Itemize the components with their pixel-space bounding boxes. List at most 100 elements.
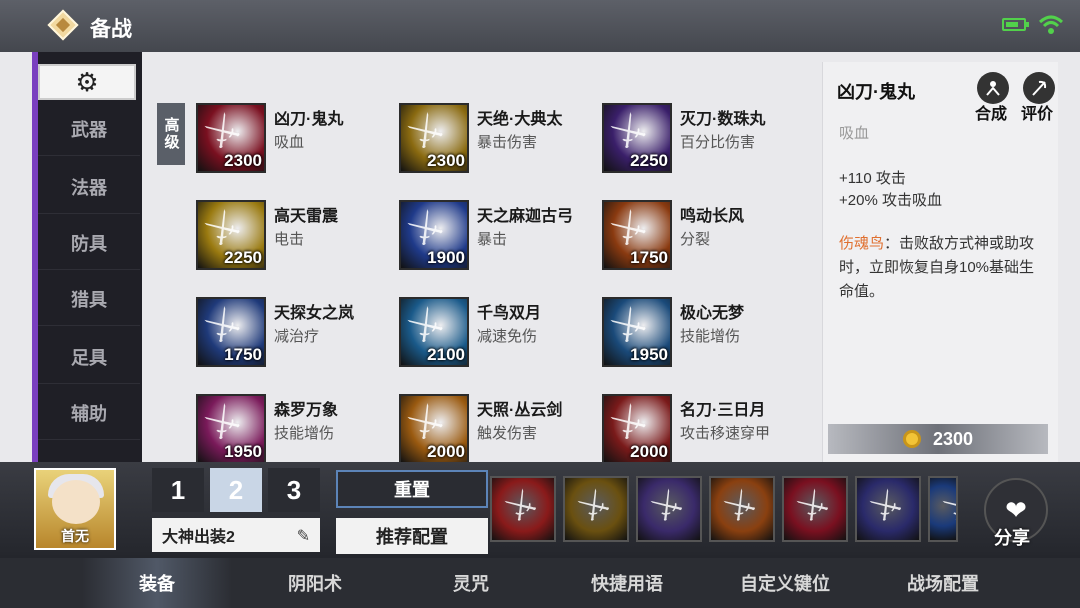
heart-icon: ❤	[1005, 494, 1027, 525]
loadout-slot-2[interactable]: 2	[210, 468, 262, 512]
tab-quick-chat[interactable]: 快捷用语	[552, 558, 702, 608]
loadout-slot-3[interactable]: 3	[268, 468, 320, 512]
item-card[interactable]: ⚔ 1750 鸣动长风分裂	[602, 200, 802, 274]
passive-name: 伤魂鸟	[839, 235, 885, 252]
sidebar-item-weapon[interactable]: 武器	[38, 102, 140, 156]
loadout-name-field[interactable]: 大神出装2 ✎	[152, 518, 320, 552]
equipped-slot[interactable]: ⚔	[563, 476, 629, 542]
item-card[interactable]: ⚔ 2300 凶刀·鬼丸吸血	[196, 103, 396, 177]
item-desc: 吸血	[274, 134, 305, 151]
tier-tag[interactable]: 高级	[157, 103, 185, 165]
item-name: 凶刀·鬼丸	[274, 111, 344, 128]
price-value: 2300	[932, 428, 974, 449]
item-name: 鸣动长风	[680, 208, 745, 225]
item-name: 天绝·大典太	[477, 111, 563, 128]
equipped-slot[interactable]: ⚔	[855, 476, 921, 542]
item-desc: 技能增伤	[274, 425, 335, 442]
equipped-slot[interactable]: ⚔	[709, 476, 775, 542]
item-thumbnail: ⚔ 1750	[602, 200, 672, 270]
item-desc: 分裂	[680, 231, 711, 248]
item-thumbnail: ⚔ 2000	[399, 394, 469, 463]
item-thumbnail: ⚔ 2000	[602, 394, 672, 463]
passive-description: 伤魂鸟：击败敌方式神或助攻时，立即恢复自身10%基础生命值。	[839, 232, 1045, 304]
item-card[interactable]: ⚔ 2250 高天雷震 电击	[196, 200, 396, 274]
item-desc: 技能增伤	[680, 328, 741, 345]
top-bar	[0, 0, 1080, 52]
equipped-slot[interactable]: ⚔	[782, 476, 848, 542]
item-desc: 减速免伤	[477, 328, 538, 345]
recommend-button[interactable]: 推荐配置	[336, 518, 488, 554]
item-name: 千鸟双月	[477, 305, 542, 322]
review-label: 评价	[1021, 106, 1054, 123]
item-detail-panel: 凶刀·鬼丸 合成 评价 吸血 +110 攻击 +20% 攻击吸血 伤魂鸟：击败敌…	[822, 62, 1058, 462]
equipped-slot[interactable]: ⚔	[636, 476, 702, 542]
item-desc: 攻击移速穿甲	[680, 425, 771, 442]
item-cost: 1900	[427, 248, 465, 267]
item-card[interactable]: ⚔ 1950 极心无梦 技能增伤	[602, 297, 802, 371]
tab-equipment[interactable]: 装备	[82, 558, 232, 608]
item-cost: 1950	[224, 442, 262, 461]
tab-onmyoji-spell[interactable]: 阴阳术	[240, 558, 390, 608]
item-desc: 触发伤害	[477, 425, 538, 442]
item-card[interactable]: ⚔ 2300 天绝·大典太 暴击伤害	[399, 103, 599, 177]
item-desc: 暴击伤害	[477, 134, 538, 151]
sidebar-item-hunting[interactable]: 猎具	[38, 272, 140, 326]
item-thumbnail: ⚔ 1950	[196, 394, 266, 463]
equipped-slot[interactable]: ⚔	[928, 476, 958, 542]
pencil-icon[interactable]: ✎	[297, 526, 310, 546]
item-desc: 暴击	[477, 231, 508, 248]
item-thumbnail: ⚔ 2250	[602, 103, 672, 173]
item-cost: 2000	[630, 442, 668, 461]
synthesis-label: 合成	[975, 106, 1008, 123]
item-thumbnail: ⚔ 2300	[196, 103, 266, 173]
sidebar-item-support[interactable]: 辅助	[38, 386, 140, 440]
avatar-face	[52, 480, 100, 524]
dagger-icon: ⚔	[862, 481, 910, 531]
share-label: 分享	[994, 528, 1030, 548]
item-name: 天之麻迦古弓	[477, 208, 574, 225]
tab-custom-keys[interactable]: 自定义键位	[710, 558, 860, 608]
quill-icon	[1032, 80, 1047, 96]
sidebar-item-boots[interactable]: 足具	[38, 330, 140, 384]
item-card[interactable]: ⚔ 2250 灭刀·数珠丸 百分比伤害	[602, 103, 802, 177]
settings-button[interactable]: ⚙	[38, 64, 136, 100]
equipped-slot[interactable]: ⚔	[490, 476, 556, 542]
item-desc: 电击	[274, 231, 305, 248]
item-card[interactable]: ⚔ 2000 名刀·三日月 攻击移速穿甲	[602, 394, 802, 463]
item-thumbnail: ⚔ 2250	[196, 200, 266, 270]
sidebar-item-magic[interactable]: 法器	[38, 160, 140, 214]
item-name: 天照·丛云剑	[477, 402, 563, 419]
stat-lifesteal: +20% 攻击吸血	[839, 192, 942, 209]
coin-icon	[902, 430, 921, 448]
item-card[interactable]: ⚔ 2000 天照·丛云剑 触发伤害	[399, 394, 599, 463]
blade-icon: ⚔	[497, 481, 545, 531]
item-cost: 2100	[427, 345, 465, 364]
price-bar: 2300	[828, 424, 1048, 454]
avatar[interactable]: 首无	[34, 468, 116, 550]
sidebar-item-armor[interactable]: 防具	[38, 216, 140, 270]
boots-icon: ⚔	[643, 481, 691, 531]
tab-battlefield-config[interactable]: 战场配置	[868, 558, 1018, 608]
item-name: 灭刀·数珠丸	[680, 111, 766, 128]
item-thumbnail: ⚔ 1750	[196, 297, 266, 367]
item-card[interactable]: ⚔ 1950 森罗万象 技能增伤	[196, 394, 396, 463]
katana-icon: ⚔	[789, 481, 837, 531]
page-title: 备战	[90, 18, 132, 41]
item-thumbnail: ⚔ 2300	[399, 103, 469, 173]
tab-curse[interactable]: 灵咒	[396, 558, 546, 608]
item-card[interactable]: ⚔ 1900 天之麻迦古弓 暴击	[399, 200, 599, 274]
avatar-name: 首无	[61, 528, 89, 544]
item-cost: 2300	[427, 151, 465, 170]
loadout-name: 大神出装2	[162, 529, 235, 546]
gear-icon: ⚙	[75, 67, 99, 97]
loadout-slot-1[interactable]: 1	[152, 468, 204, 512]
battery-icon	[1002, 18, 1029, 31]
item-card[interactable]: ⚔ 1750 天探女之岚 减治疗	[196, 297, 396, 371]
item-card[interactable]: ⚔ 2100 千鸟双月 减速免伤	[399, 297, 599, 371]
item-name: 名刀·三日月	[680, 402, 766, 419]
item-cost: 1750	[630, 248, 668, 267]
item-name: 天探女之岚	[274, 305, 355, 322]
item-cost: 2250	[224, 248, 262, 267]
detail-stats: +110 攻击 +20% 攻击吸血	[839, 168, 942, 212]
reset-button[interactable]: 重置	[336, 470, 488, 508]
